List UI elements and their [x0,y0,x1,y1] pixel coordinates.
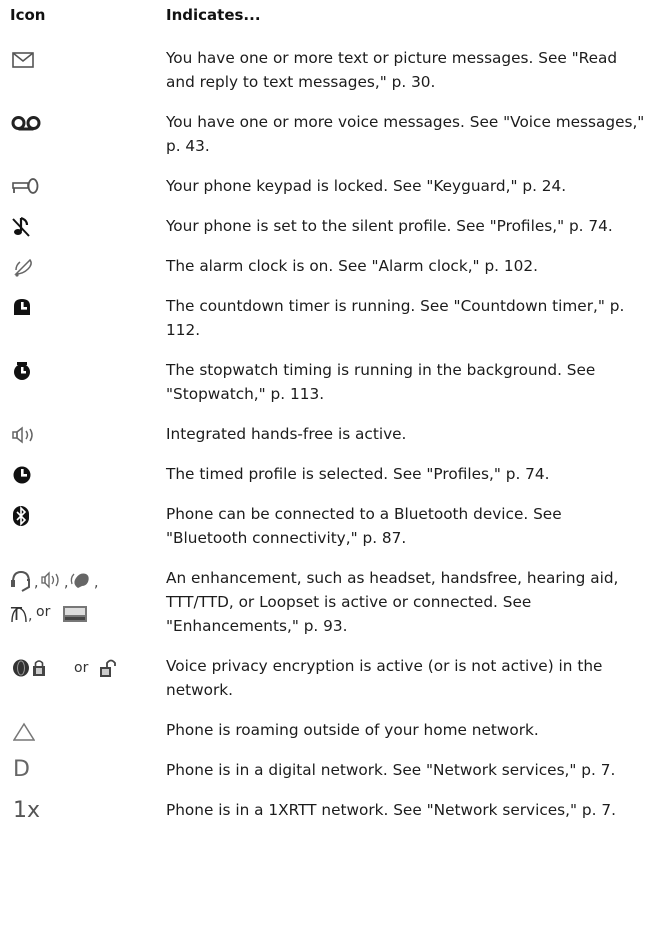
row-description: Voice privacy encryption is active (or i… [166,657,603,699]
row-description: You have one or more voice messages. See… [166,113,645,155]
svg-text:,: , [34,575,38,591]
table-row: The stopwatch timing is running in the b… [0,358,650,406]
table-row: or Voice privacy encryption is active (o… [0,654,650,702]
row-description: The countdown timer is running. See "Cou… [166,297,625,339]
table-row: Phone is roaming outside of your home ne… [0,718,650,742]
table-row: Your phone is set to the silent profile.… [0,214,650,238]
or-separator: or [36,604,51,620]
row-description: The timed profile is selected. See "Prof… [166,465,550,483]
row-description: Phone is roaming outside of your home ne… [166,721,539,739]
svg-text:,: , [64,575,68,591]
row-description: Your phone is set to the silent profile.… [166,217,613,235]
row-description: Integrated hands-free is active. [166,425,407,443]
table-row: Integrated hands-free is active. [0,422,650,446]
row-description: Phone is in a 1XRTT network. See "Networ… [166,801,616,819]
table-row: The timed profile is selected. See "Prof… [0,462,650,486]
row-description: Phone is in a digital network. See "Netw… [166,761,616,779]
table-row: D Phone is in a digital network. See "Ne… [0,757,650,782]
row-description: Phone can be connected to a Bluetooth de… [166,505,562,547]
table-row: The alarm clock is on. See "Alarm clock,… [0,254,650,278]
row-description: The alarm clock is on. See "Alarm clock,… [166,257,538,275]
row-description: The stopwatch timing is running in the b… [166,361,596,403]
table-row: , , , T , or An enhancement, such as hea… [0,566,650,638]
column-header-icon: Icon [10,6,46,24]
table-row: The countdown timer is running. See "Cou… [0,294,650,342]
column-header-indicates: Indicates... [166,6,261,24]
svg-text:,: , [94,575,98,591]
table-row: 1x Phone is in a 1XRTT network. See "Net… [0,798,650,823]
table-row: Phone can be connected to a Bluetooth de… [0,502,650,550]
row-description: You have one or more text or picture mes… [166,49,618,91]
table-row: Your phone keypad is locked. See "Keygua… [0,174,650,198]
row-description: An enhancement, such as headset, handsfr… [166,569,619,635]
table-row: You have one or more voice messages. See… [0,110,650,158]
or-separator: or [74,660,89,676]
svg-text:,: , [28,608,32,624]
icon-legend-table: Icon Indicates... You have one or more t… [0,0,650,928]
row-description: Your phone keypad is locked. See "Keygua… [166,177,567,195]
table-row: You have one or more text or picture mes… [0,46,650,94]
